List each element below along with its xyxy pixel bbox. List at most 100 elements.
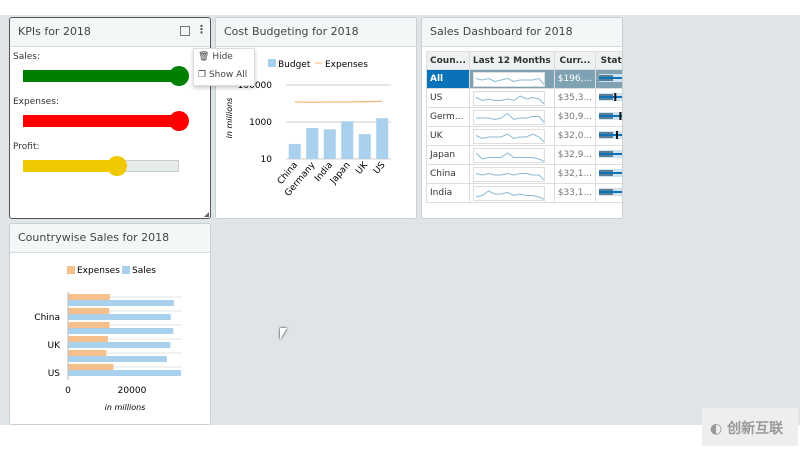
menu-label: Show All (208, 70, 248, 80)
status-bullet-cell (595, 88, 622, 108)
bar-expenses (68, 350, 107, 356)
panel-title: KPIs for 2018 (18, 25, 91, 38)
bullet-graph (599, 149, 622, 158)
x-axis-title: in millions (105, 403, 146, 412)
bar-budget (288, 143, 301, 159)
table-row[interactable]: All $196,... (426, 69, 622, 89)
table-row[interactable]: Germ... $30,9... (426, 107, 622, 127)
country-cell: Germ... (426, 107, 470, 127)
table-row[interactable]: UK $32,0... (426, 126, 622, 146)
sparkline (472, 166, 545, 182)
bar-budget (358, 134, 371, 159)
bullet-graph (599, 111, 622, 120)
sparkline-cell (468, 126, 555, 146)
panel-header[interactable]: KPIs for 2018 ⋮ (10, 18, 210, 47)
x-tick-label: UK (354, 160, 370, 177)
sparkline-cell (468, 164, 555, 184)
current-cell: $32,0... (553, 126, 597, 146)
status-bullet-cell (595, 183, 622, 203)
kpi-fill (23, 70, 179, 82)
sales-panel[interactable]: Sales Dashboard for 2018 Coun... Last 12 … (421, 17, 623, 219)
table-row[interactable]: India $33,1... (426, 183, 622, 203)
bar-budget (323, 129, 336, 159)
kpi-fill (23, 115, 179, 127)
watermark-logo: ◐ 创新互联 (702, 408, 798, 446)
x-tick-label: 20000 (118, 386, 147, 396)
current-cell: $32,1... (553, 164, 597, 184)
bullet-graph (599, 187, 622, 196)
bar-budget (376, 118, 389, 159)
menu-label: Hide (212, 52, 233, 62)
bullet-graph (599, 130, 622, 139)
menu-item-hide[interactable]: 🗑 Hide (194, 49, 254, 67)
slider-thumb[interactable] (169, 66, 189, 86)
expand-icon[interactable] (180, 26, 190, 36)
sparkline-cell (468, 107, 555, 127)
legend-swatch-budget (268, 59, 276, 67)
panel-header[interactable]: Sales Dashboard for 2018 (422, 18, 622, 47)
legend-swatch-expenses (67, 266, 75, 274)
kpi-panel[interactable]: KPIs for 2018 ⋮ Sales: Expenses: Profit: (9, 17, 211, 219)
country-cell: US (426, 88, 470, 108)
column-header[interactable]: Status (595, 51, 622, 70)
bullet-graph (599, 168, 622, 177)
bar-sales (68, 300, 174, 306)
sparkline (472, 185, 545, 201)
sales-grid[interactable]: Coun...Last 12 MonthsCurr...Status All $… (426, 51, 622, 203)
panel-title: Cost Budgeting for 2018 (224, 25, 359, 38)
menu-item-show-all[interactable]: ❐ Show All (194, 67, 254, 85)
sparkline-cell (468, 183, 555, 203)
bar-sales (68, 370, 181, 376)
sparkline (472, 128, 545, 144)
chart-legend: Budget Expenses (268, 59, 368, 70)
slider-thumb[interactable] (169, 111, 189, 131)
table-row[interactable]: China $32,1... (426, 164, 622, 184)
y-tick-label: UK (48, 341, 62, 351)
bar-sales (68, 342, 171, 348)
country-panel[interactable]: Countrywise Sales for 2018 Expenses Sales… (9, 223, 211, 425)
y-tick-label: China (34, 313, 60, 323)
column-header[interactable]: Last 12 Months (468, 51, 555, 70)
country-chart: Expenses Sales China UK US 0 20000 in millions (34, 266, 182, 412)
panel-title: Countrywise Sales for 2018 (18, 231, 170, 244)
current-cell: $33,1... (553, 183, 597, 203)
panel-title: Sales Dashboard for 2018 (430, 25, 573, 38)
table-row[interactable]: US $35,3... (426, 88, 622, 108)
current-cell: $196,... (553, 69, 597, 89)
resize-handle[interactable] (204, 212, 209, 217)
panel-header[interactable]: Countrywise Sales for 2018 (10, 224, 210, 253)
country-cell: India (426, 183, 470, 203)
x-tick-label: 0 (65, 386, 71, 396)
bar-expenses (68, 294, 110, 300)
column-header[interactable]: Coun... (426, 51, 470, 70)
bar-sales (68, 328, 174, 334)
status-bullet-cell (595, 145, 622, 165)
sparkline-cell (468, 88, 555, 108)
column-header[interactable]: Curr... (553, 51, 597, 70)
bar-sales (68, 314, 171, 320)
y-tick-label: 1000 (249, 118, 272, 128)
legend-label: Budget (278, 60, 311, 70)
status-bullet-cell (595, 164, 622, 184)
bar-sales (68, 356, 167, 362)
status-bullet-cell (595, 126, 622, 146)
panel-header[interactable]: Cost Budgeting for 2018 (216, 18, 416, 47)
bar-budget (341, 121, 354, 159)
kpi-label: Profit: (13, 142, 40, 152)
y-tick-label: US (48, 369, 61, 379)
legend-label: Expenses (77, 266, 120, 276)
table-row[interactable]: Japan $32,9... (426, 145, 622, 165)
bullet-graph (599, 92, 622, 101)
legend-label: Expenses (325, 60, 368, 70)
kpi-label: Sales: (13, 52, 40, 62)
y-axis-title: in millions (225, 98, 234, 139)
sparkline (472, 90, 545, 106)
status-bullet-cell (595, 107, 622, 127)
bar-budget (306, 127, 319, 159)
slider-thumb[interactable] (106, 156, 127, 176)
more-vertical-icon[interactable]: ⋮ (196, 23, 207, 36)
kpi-fill (23, 160, 117, 172)
country-cell: Japan (426, 145, 470, 165)
status-bullet-cell (595, 69, 622, 89)
x-tick-label: US (372, 160, 388, 176)
